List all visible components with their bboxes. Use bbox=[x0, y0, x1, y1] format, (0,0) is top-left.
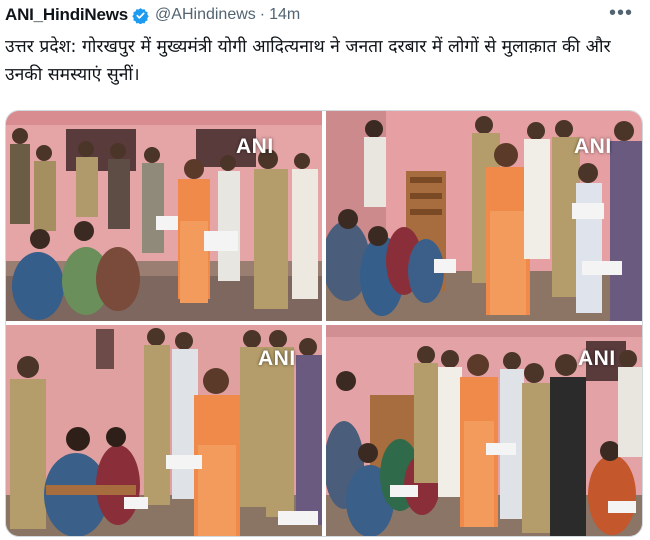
photo-watermark: ANI bbox=[258, 347, 296, 370]
photo-1[interactable]: ANI bbox=[6, 111, 322, 321]
more-options-icon[interactable]: ••• bbox=[609, 2, 633, 24]
timestamp[interactable]: 14m bbox=[269, 6, 300, 24]
verified-badge-icon bbox=[132, 7, 149, 24]
photo-watermark: ANI bbox=[236, 135, 274, 158]
photo-2[interactable]: ANI bbox=[326, 111, 642, 321]
separator-dot: · bbox=[259, 6, 266, 23]
photo-4[interactable]: ANI bbox=[326, 325, 642, 536]
photo-watermark: ANI bbox=[574, 135, 612, 158]
tweet-header: ANI_HindiNews @AHindinews · 14m ••• bbox=[5, 2, 645, 28]
display-name[interactable]: ANI_HindiNews bbox=[5, 5, 128, 25]
photo-3[interactable]: ANI bbox=[6, 325, 322, 536]
photo-1-image bbox=[6, 111, 322, 321]
photo-watermark: ANI bbox=[578, 347, 616, 370]
media-grid[interactable]: ANI ANI ANI ANI bbox=[5, 110, 643, 537]
user-handle[interactable]: @AHindinews bbox=[155, 6, 256, 24]
tweet-text: उत्तर प्रदेश: गोरखपुर में मुख्यमंत्री यो… bbox=[5, 37, 611, 85]
